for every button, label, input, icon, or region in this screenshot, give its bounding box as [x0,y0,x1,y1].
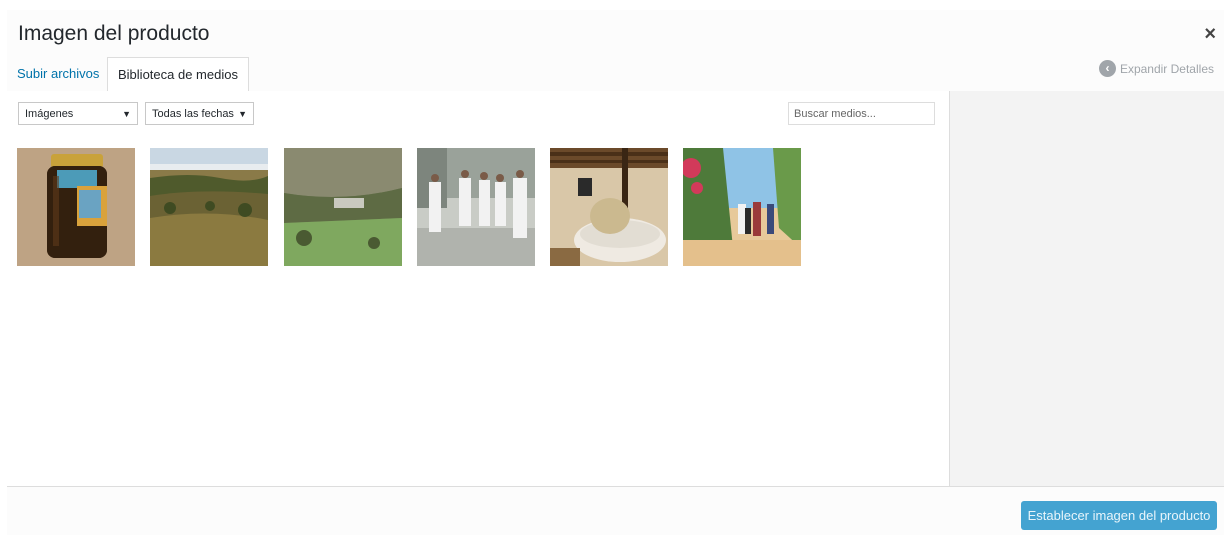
attachment-thumbnail[interactable] [17,148,135,266]
media-toolbar: Establecer imagen del producto [7,486,1224,535]
tab-media-library[interactable]: Biblioteca de medios [107,57,249,92]
attachment-thumbnail[interactable] [683,148,801,266]
media-sidebar [949,91,1224,486]
attachment-thumbnail[interactable] [150,148,268,266]
stone-mill-image [550,148,668,266]
date-filter-value: Todas las fechas [152,108,234,120]
attachment-thumbnail[interactable] [417,148,535,266]
walking-group-image [683,148,801,266]
set-product-image-button[interactable]: Establecer imagen del producto [1021,501,1217,530]
green-valley-image [284,148,402,266]
media-type-value: Imágenes [25,108,74,120]
tab-upload-files[interactable]: Subir archivos [7,57,109,90]
media-modal: Imagen del producto × Subir archivos Bib… [7,10,1224,535]
landscape-image [150,148,268,266]
honey-jar-image [17,148,135,266]
search-media-input[interactable] [788,102,935,125]
attachment-thumbnail[interactable] [550,148,668,266]
close-icon[interactable]: × [1204,24,1216,44]
dropdown-arrow-icon: ▼ [122,109,131,119]
attachment-thumbnail[interactable] [284,148,402,266]
expand-details-button[interactable]: ‹ Expandir Detalles [1098,60,1214,77]
media-router: Subir archivos Biblioteca de medios [7,57,950,92]
lab-coats-image [417,148,535,266]
attachments-browser: Imágenes ▼ Todas las fechas ▼ [7,91,949,486]
dropdown-arrow-icon: ▼ [238,109,247,119]
expand-details-label: Expandir Detalles [1119,61,1214,76]
media-type-filter[interactable]: Imágenes ▼ [18,102,138,125]
modal-title: Imagen del producto [18,22,210,45]
date-filter[interactable]: Todas las fechas ▼ [145,102,254,125]
chevron-left-circle-icon: ‹ [1098,60,1116,77]
